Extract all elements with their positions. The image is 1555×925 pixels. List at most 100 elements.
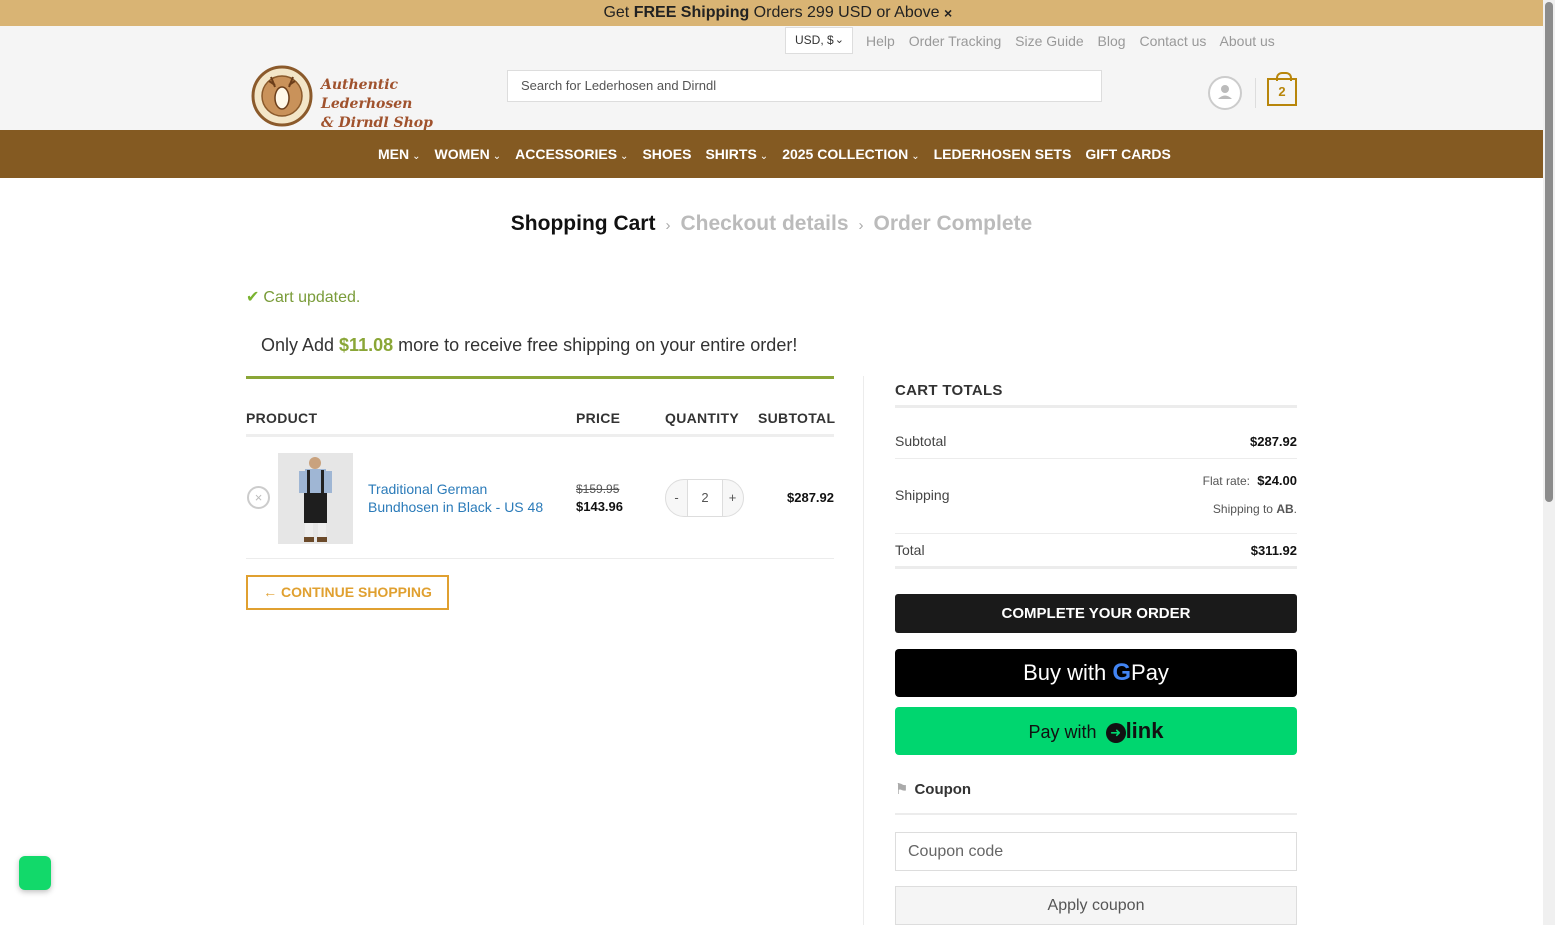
cart-totals-heading: CART TOTALS (895, 382, 1003, 399)
coupon-divider (895, 813, 1297, 815)
col-price: PRICE (576, 410, 621, 426)
sale-price: $143.96 (576, 499, 623, 514)
chevron-down-icon: ⌄ (759, 151, 769, 162)
shipping-destination: Shipping to AB. (1212, 502, 1297, 516)
nav-label: SHOES (642, 146, 692, 162)
gpay-prefix: Buy with (1023, 660, 1107, 685)
flat-rate-label: Flat rate: (1202, 474, 1250, 488)
scrollbar-thumb[interactable] (1545, 2, 1553, 502)
link-contact[interactable]: Contact us (1139, 33, 1206, 49)
nav-label: 2025 COLLECTION (782, 146, 909, 162)
step-order-complete: Order Complete (873, 212, 1033, 235)
row-subtotal: $287.92 (787, 490, 834, 505)
coupon-heading-text: Coupon (914, 781, 972, 798)
quantity-decrease-button[interactable]: - (666, 480, 687, 516)
total-label: Total (895, 542, 925, 558)
shipping-to-code: AB (1276, 502, 1294, 516)
announcement-bar: Get FREE Shipping Orders 299 USD or Abov… (0, 0, 1543, 26)
column-divider (863, 376, 864, 925)
main-nav: MEN ⌄ WOMEN ⌄ ACCESSORIES ⌄ SHOES SHIRTS ⌄ 2… (0, 130, 1543, 178)
nav-shoes[interactable]: SHOES (642, 130, 691, 181)
chevron-down-icon: ⌄ (492, 151, 502, 162)
freeship-prefix: Only Add (261, 335, 340, 355)
nav-2025-collection[interactable]: 2025 COLLECTION ⌄ (782, 130, 919, 181)
nav-gift-cards[interactable]: GIFT CARDS (1085, 130, 1171, 181)
coupon-code-input[interactable]: Coupon code (895, 832, 1297, 871)
chevron-right-icon: › (665, 217, 671, 234)
link-order-tracking[interactable]: Order Tracking (909, 33, 1002, 49)
continue-shopping-button[interactable]: ← CONTINUE SHOPPING (246, 575, 449, 610)
chevron-right-icon: › (858, 217, 864, 234)
nav-label: MEN (378, 146, 410, 162)
link-about[interactable]: About us (1220, 33, 1275, 49)
nav-accessories[interactable]: ACCESSORIES ⌄ (515, 130, 628, 181)
chat-widget-icon[interactable] (19, 856, 51, 890)
gpay-brand: Pay (1131, 660, 1169, 685)
checkout-breadcrumb: Shopping Cart › Checkout details › Order Com… (0, 212, 1543, 236)
freeship-suffix: more to receive free shipping on your en… (393, 335, 798, 355)
subtotal-amount: $287.92 (1250, 434, 1297, 449)
link-size-guide[interactable]: Size Guide (1015, 33, 1083, 49)
top-links: Help Order Tracking Size Guide Blog Cont… (866, 33, 1285, 49)
flat-rate: Flat rate: $24.00 (1203, 473, 1297, 488)
announcement-suffix: Orders 299 USD or Above (749, 4, 940, 21)
quantity-stepper: - 2 + (665, 479, 744, 517)
product-thumbnail[interactable] (278, 453, 353, 544)
complete-order-button[interactable]: COMPLETE YOUR ORDER (895, 594, 1297, 633)
check-icon: ✔ (246, 289, 260, 306)
product-image (278, 453, 353, 544)
logo-line-1: Authentic Lederhosen (321, 77, 413, 112)
nav-men[interactable]: MEN ⌄ (378, 130, 421, 181)
google-pay-button[interactable]: Buy with GPay (895, 649, 1297, 697)
totals-divider (895, 566, 1297, 569)
product-name-link[interactable]: Traditional German Bundhosen in Black - … (368, 480, 558, 516)
chevron-down-icon: ⌄ (620, 151, 629, 162)
totals-divider (895, 533, 1297, 534)
cart-updated-notice: ✔ Cart updated. (246, 287, 360, 307)
link-prefix: Pay with (1028, 722, 1097, 742)
currency-select[interactable]: USD, $ ⌄ (785, 27, 853, 54)
header-divider (1255, 78, 1256, 108)
col-quantity: QUANTITY (665, 410, 739, 426)
notice-text: Cart updated. (263, 289, 361, 306)
link-blog[interactable]: Blog (1098, 33, 1126, 49)
nav-label: LEDERHOSEN SETS (933, 146, 1072, 162)
link-brand: link (1125, 718, 1164, 743)
apply-coupon-button[interactable]: Apply coupon (895, 886, 1297, 925)
logo-text: Authentic Lederhosen & Dirndl Shop (321, 76, 441, 133)
step-shopping-cart[interactable]: Shopping Cart (511, 212, 656, 235)
totals-divider (895, 458, 1297, 459)
nav-women[interactable]: WOMEN ⌄ (435, 130, 502, 181)
announcement-bold: FREE Shipping (633, 4, 750, 21)
deer-emblem-icon (251, 65, 313, 127)
search-input[interactable]: Search for Lederhosen and Dirndl (507, 70, 1102, 102)
freeship-amount: $11.08 (339, 335, 394, 355)
account-icon[interactable] (1208, 76, 1242, 110)
page-scrollbar[interactable] (1543, 0, 1555, 925)
total-amount: $311.92 (1250, 543, 1297, 558)
total-value: $311.92 (1251, 543, 1297, 558)
link-help[interactable]: Help (866, 33, 895, 49)
site-header: USD, $ ⌄ Help Order Tracking Size Guide … (0, 26, 1543, 131)
subtotal-value: $287.92 (1250, 434, 1297, 449)
row-divider (246, 558, 834, 559)
tag-icon: ⚑ (895, 781, 909, 798)
nav-lederhosen-sets[interactable]: LEDERHOSEN SETS (934, 130, 1072, 181)
cart-icon[interactable]: 2 (1267, 72, 1297, 106)
subtotal-label: Subtotal (895, 433, 947, 449)
site-logo[interactable]: Authentic Lederhosen & Dirndl Shop (251, 65, 441, 131)
coupon-heading: ⚑ Coupon (895, 780, 971, 798)
nav-label: ACCESSORIES (515, 146, 618, 162)
quantity-increase-button[interactable]: + (722, 480, 743, 516)
step-checkout-details[interactable]: Checkout details (680, 212, 848, 235)
totals-divider (895, 405, 1297, 408)
remove-item-icon[interactable]: × (247, 486, 270, 509)
shipping-label: Shipping (895, 487, 950, 503)
link-pay-button[interactable]: Pay with ➜ link (895, 707, 1297, 755)
quantity-input[interactable]: 2 (687, 480, 723, 516)
chevron-down-icon: ⌄ (834, 34, 844, 46)
nav-shirts[interactable]: SHIRTS ⌄ (705, 130, 768, 181)
close-icon[interactable]: × (944, 0, 952, 26)
currency-value: USD, $ (795, 33, 834, 47)
old-price: $159.95 (576, 482, 620, 496)
